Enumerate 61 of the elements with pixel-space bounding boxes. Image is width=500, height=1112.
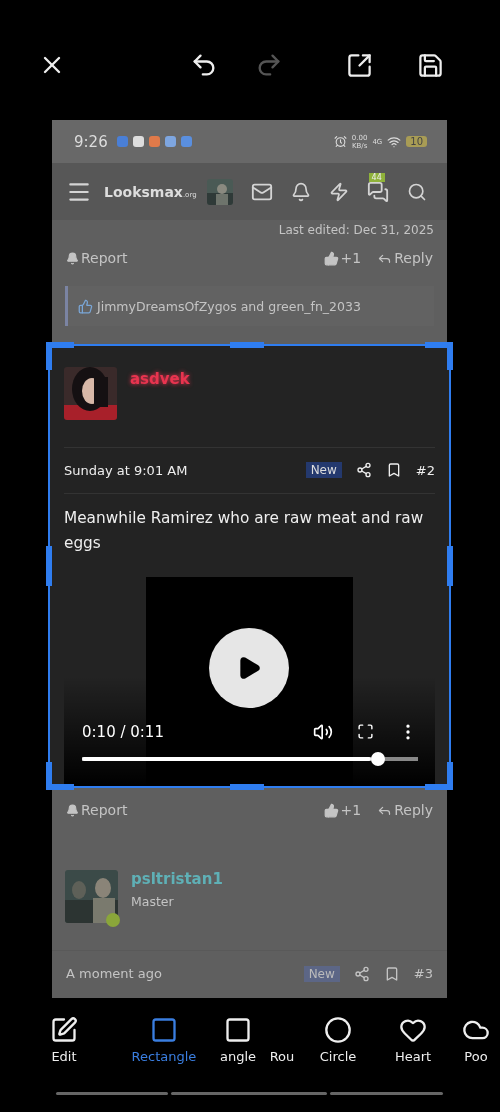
chat-icon[interactable] bbox=[366, 180, 389, 203]
search-icon[interactable] bbox=[406, 181, 427, 202]
chat-count: 44 bbox=[368, 172, 385, 182]
app-notification-icon bbox=[148, 136, 160, 147]
rectangle-icon bbox=[150, 1016, 178, 1044]
slider-thumb[interactable] bbox=[370, 752, 385, 766]
app-notification-icon bbox=[116, 136, 128, 147]
wifi-icon bbox=[387, 134, 402, 149]
clock-time: 9:26 bbox=[74, 132, 108, 151]
circle-icon bbox=[324, 1016, 352, 1044]
tool-button[interactable]: Rectangle bbox=[120, 1016, 208, 1064]
lightning-icon[interactable] bbox=[328, 181, 349, 202]
tool-button[interactable]: Circle bbox=[296, 1016, 380, 1064]
edit-icon bbox=[50, 1016, 78, 1044]
like-icon bbox=[78, 298, 93, 314]
app-notification-icon bbox=[132, 136, 144, 147]
report-link[interactable]: Report bbox=[66, 250, 128, 266]
reaction-names: JimmyDreamsOfZygos and green_fn_2033 bbox=[97, 298, 361, 314]
like-button[interactable]: +1 bbox=[323, 250, 362, 266]
user-role: Master bbox=[131, 894, 175, 909]
like-button[interactable]: +1 bbox=[323, 802, 362, 818]
volume-icon[interactable] bbox=[313, 721, 333, 742]
save-icon bbox=[417, 51, 444, 79]
post-date[interactable]: A moment ago bbox=[66, 966, 162, 981]
tool-button[interactable]: Edit bbox=[32, 1016, 96, 1064]
tool-button[interactable]: Heart bbox=[380, 1016, 446, 1064]
tool-button[interactable]: Poo bbox=[446, 1016, 500, 1064]
rounded-square-icon bbox=[224, 1016, 252, 1044]
app-notification-icon bbox=[164, 136, 176, 147]
tool-button[interactable]: angle bbox=[208, 1016, 268, 1064]
new-label: New bbox=[305, 462, 342, 479]
battery-level: 10 bbox=[406, 136, 427, 147]
resize-handle[interactable] bbox=[230, 784, 264, 790]
reply-link[interactable]: Reply bbox=[377, 802, 433, 818]
username[interactable]: asdvek bbox=[130, 370, 190, 447]
post-text: Meanwhile Ramirez who are raw meat and raw eggs bbox=[64, 507, 425, 554]
resize-handle[interactable] bbox=[46, 546, 52, 586]
thumbs-up-icon bbox=[323, 802, 339, 818]
thumbs-up-icon bbox=[323, 250, 339, 266]
last-edited: Last edited: Dec 31, 2025 bbox=[277, 222, 435, 237]
post-date[interactable]: Sunday at 9:01 AM bbox=[64, 462, 188, 478]
site-logo[interactable]: Looksmax bbox=[104, 183, 183, 200]
resize-handle[interactable] bbox=[230, 342, 264, 348]
bell-icon bbox=[66, 251, 79, 265]
app-notification-icon bbox=[180, 136, 192, 147]
post-number[interactable]: #3 bbox=[413, 966, 433, 981]
new-label: New bbox=[303, 965, 340, 982]
resize-handle[interactable] bbox=[447, 546, 453, 586]
post-number[interactable]: #2 bbox=[415, 462, 435, 478]
bell-icon[interactable] bbox=[290, 181, 311, 202]
share-icon bbox=[346, 51, 373, 79]
tool-button[interactable]: Rou bbox=[268, 1016, 296, 1064]
reply-link[interactable]: Reply bbox=[377, 250, 433, 266]
bell-icon bbox=[66, 803, 79, 817]
heart-icon bbox=[399, 1016, 427, 1044]
report-link[interactable]: Report bbox=[66, 802, 128, 818]
video-time: 0:10 / 0:11 bbox=[82, 722, 164, 741]
selection-rectangle[interactable]: asdvek Sunday at 9:01 AM New #2 Meanwhile Ramirez who are raw meat and raw eggs 0:10 / 0:11 bbox=[48, 344, 451, 788]
alarm-icon bbox=[333, 135, 347, 148]
fullscreen-icon[interactable] bbox=[357, 723, 374, 741]
share-icon[interactable] bbox=[355, 462, 372, 479]
